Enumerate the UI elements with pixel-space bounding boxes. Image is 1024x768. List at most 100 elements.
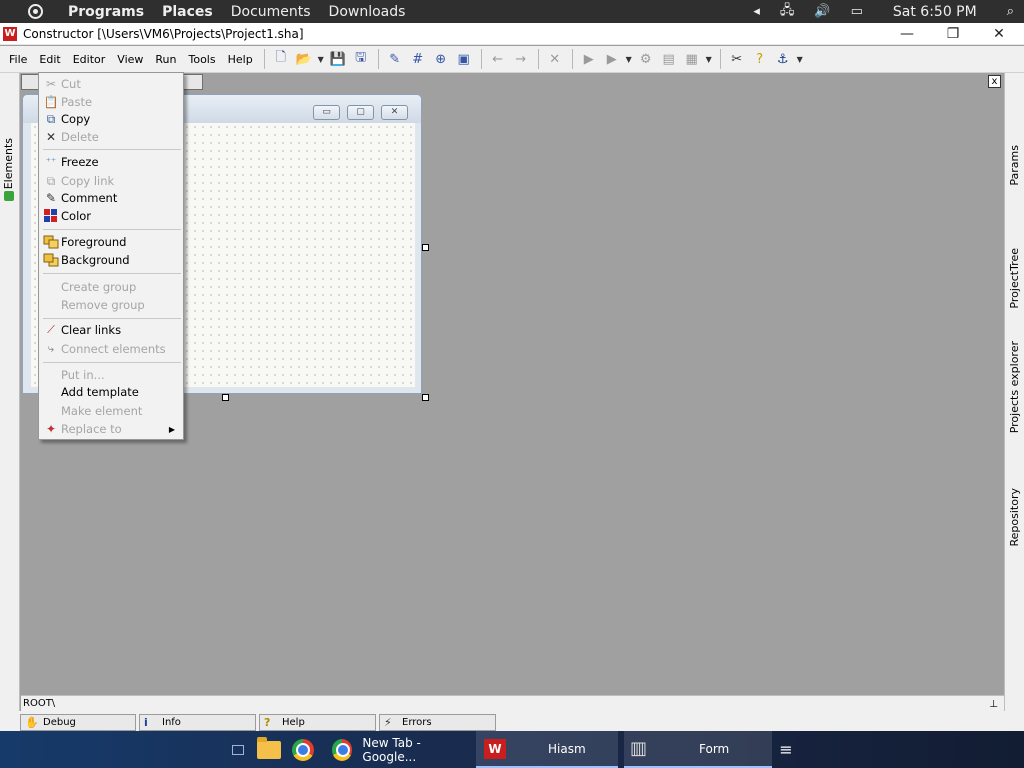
menu-icon[interactable]: ≡	[776, 731, 796, 768]
ctx-item-replace-to[interactable]: ✦ Replace to ▶	[39, 420, 183, 438]
menu-edit[interactable]: Edit	[33, 53, 66, 66]
activities-icon[interactable]	[20, 0, 50, 23]
menu-separator	[43, 149, 181, 150]
hand-icon: ✋	[25, 716, 39, 729]
tab-projecttree[interactable]: ProjectTree	[1008, 248, 1021, 309]
panel-menu-documents[interactable]: Documents	[231, 4, 311, 20]
help-icon: ?	[264, 716, 271, 729]
ctx-item-cut[interactable]: ✂ Cut	[39, 75, 183, 93]
connect-elements-icon: ⤷	[47, 342, 55, 355]
form-minimize-icon[interactable]: ▭	[313, 105, 340, 120]
tab-repository[interactable]: Repository	[1008, 488, 1021, 547]
deploy-icon[interactable]: ▦	[681, 48, 703, 70]
tab-help[interactable]: ? Help	[259, 714, 376, 731]
center-icon[interactable]: ⊕	[430, 48, 452, 70]
minimize-button[interactable]: —	[884, 23, 930, 45]
tab-projects-explorer[interactable]: Projects explorer	[1008, 341, 1021, 433]
stop-icon[interactable]: ✕	[544, 48, 566, 70]
ctx-item-add-template[interactable]: Add template	[39, 383, 183, 401]
taskbar-item-hiasm[interactable]: W Hiasm	[476, 731, 618, 768]
menu-editor[interactable]: Editor	[67, 53, 112, 66]
save-all-icon[interactable]: 🖫	[350, 48, 372, 70]
file-manager-icon[interactable]	[254, 731, 284, 768]
toolbar-separator	[263, 49, 265, 69]
resize-handle-corner[interactable]	[422, 394, 429, 401]
ctx-item-remove-group[interactable]: Remove group	[39, 296, 183, 314]
ctx-item-paste[interactable]: 📋 Paste	[39, 93, 183, 111]
volume-arrow-icon[interactable]: ◂	[753, 4, 760, 19]
close-button[interactable]: ✕	[976, 23, 1022, 45]
tab-debug[interactable]: ✋ Debug	[20, 714, 136, 731]
build-icon[interactable]: ⚙	[635, 48, 657, 70]
network-icon[interactable]: 🖧	[780, 1, 795, 23]
help-question-icon[interactable]: ?	[749, 48, 771, 70]
panel-menu-programs[interactable]: Programs	[68, 4, 144, 20]
context-menu: ✂ Cut 📋 Paste ⧉ Copy ✕ Delete ⁺⁺ Freeze …	[38, 72, 184, 440]
tools-icon[interactable]: ✂	[726, 48, 748, 70]
toolbar-separator	[719, 49, 721, 69]
ctx-item-color[interactable]: Color	[39, 207, 183, 225]
ctx-item-background[interactable]: Background	[39, 251, 183, 269]
close-workarea-icon[interactable]: x	[988, 75, 1001, 88]
taskbar-item-new-tab[interactable]: New Tab - Google...	[326, 731, 470, 768]
clock[interactable]: Sat 6:50 PM	[893, 4, 977, 20]
run-with-icon[interactable]: ▶	[601, 48, 623, 70]
ctx-item-make-element[interactable]: Make element	[39, 402, 183, 420]
anchor-icon[interactable]: ⚓	[772, 48, 794, 70]
resize-handle-bottom[interactable]	[222, 394, 229, 401]
search-icon[interactable]: ⌕	[1007, 4, 1014, 19]
menu-file[interactable]: File	[3, 53, 33, 66]
form-maximize-icon[interactable]: ▢	[347, 105, 374, 120]
info-icon: i	[144, 716, 148, 729]
menu-tools[interactable]: Tools	[183, 53, 222, 66]
ctx-item-clear-links[interactable]: ⟋ Clear links	[39, 321, 183, 339]
open-folder-icon[interactable]: 📂	[293, 48, 315, 70]
save-icon[interactable]: 💾	[327, 48, 349, 70]
form-close-icon[interactable]: ✕	[381, 105, 408, 120]
resize-handle-right[interactable]	[422, 244, 429, 251]
new-file-icon[interactable]: 🗋	[270, 48, 292, 70]
ctx-item-create-group[interactable]: Create group	[39, 278, 183, 296]
ctx-item-connect-elements[interactable]: ⤷ Connect elements	[39, 340, 183, 358]
edit-mode-icon[interactable]: ✎	[384, 48, 406, 70]
fit-icon[interactable]: ▣	[453, 48, 475, 70]
ctx-item-comment[interactable]: ✎ Comment	[39, 189, 183, 207]
anchor-dropdown-icon[interactable]: ▼	[795, 48, 805, 70]
deploy-dropdown-icon[interactable]: ▼	[704, 48, 714, 70]
run-icon[interactable]: ▶	[578, 48, 600, 70]
ctx-item-put-in[interactable]: Put in...	[39, 366, 183, 384]
ctx-item-delete[interactable]: ✕ Delete	[39, 128, 183, 146]
run-dropdown-icon[interactable]: ▼	[624, 48, 634, 70]
ctx-item-copy[interactable]: ⧉ Copy	[39, 110, 183, 128]
compile-icon[interactable]: ▤	[658, 48, 680, 70]
tab-params[interactable]: Params	[1008, 145, 1021, 186]
window-titlebar: W Constructor [\Users\VM6\Projects\Proje…	[0, 23, 1024, 45]
background-icon	[43, 252, 59, 268]
toolbar-separator	[480, 49, 482, 69]
taskbar-item-form[interactable]: ▥ Form	[624, 731, 772, 768]
panel-menu-places[interactable]: Places	[162, 4, 213, 20]
ctx-item-foreground[interactable]: Foreground	[39, 233, 183, 251]
chat-icon[interactable]: ▭	[851, 4, 863, 19]
tab-elements[interactable]: Elements	[2, 138, 15, 189]
ctx-item-copy-link[interactable]: ⧉ Copy link	[39, 172, 183, 190]
open-dropdown-icon[interactable]: ▼	[316, 48, 326, 70]
panel-menu-downloads[interactable]: Downloads	[329, 4, 406, 20]
window-title: Constructor [\Users\VM6\Projects\Project…	[23, 26, 304, 41]
grid-icon[interactable]: #	[407, 48, 429, 70]
chrome-icon[interactable]	[288, 731, 318, 768]
menu-separator	[43, 229, 181, 230]
menu-view[interactable]: View	[111, 53, 149, 66]
menu-run[interactable]: Run	[149, 53, 182, 66]
tab-errors[interactable]: ⚡ Errors	[379, 714, 496, 731]
tab-info[interactable]: i Info	[139, 714, 256, 731]
back-arrow-icon[interactable]: ←	[487, 48, 509, 70]
desktop-icon[interactable]	[226, 731, 250, 768]
ctx-item-freeze[interactable]: ⁺⁺ Freeze	[39, 153, 183, 171]
forward-arrow-icon[interactable]: →	[510, 48, 532, 70]
speaker-icon[interactable]: 🔊	[814, 4, 830, 19]
maximize-button[interactable]: ❐	[930, 23, 976, 45]
menu-help[interactable]: Help	[222, 53, 259, 66]
menubar: File Edit Editor View Run Tools Help 🗋 📂…	[0, 46, 1024, 73]
pin-icon[interactable]: ⊥	[989, 697, 998, 712]
